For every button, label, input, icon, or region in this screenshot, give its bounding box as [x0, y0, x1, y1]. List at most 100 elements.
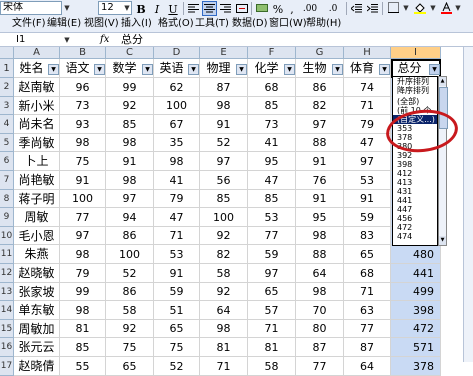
cell-chinese[interactable]: 77	[60, 208, 106, 227]
align-right-icon[interactable]	[218, 1, 233, 16]
cell-name[interactable]: 蒋子明	[14, 190, 60, 208]
cell-pe[interactable]: 87	[344, 338, 391, 357]
percent-button[interactable]: %	[271, 1, 285, 16]
cell-english[interactable]: 47	[154, 208, 200, 227]
cell-physics[interactable]: 98	[200, 320, 248, 338]
column-header-d[interactable]: D	[154, 47, 200, 59]
column-header-i[interactable]: I	[391, 47, 441, 59]
cell-chemistry[interactable]: 73	[248, 115, 296, 134]
chevron-down-icon[interactable]: ▼	[453, 2, 463, 14]
fx-icon[interactable]: fx	[100, 33, 109, 46]
cell-chinese[interactable]: 98	[60, 134, 106, 152]
cell-math[interactable]: 92	[106, 320, 154, 338]
comma-style-button[interactable]: ,	[286, 1, 298, 16]
cell-physics[interactable]: 92	[200, 283, 248, 301]
row-header[interactable]: 3	[0, 97, 14, 115]
cell-chinese[interactable]: 81	[60, 320, 106, 338]
menu-data[interactable]: 数据(D)	[232, 17, 268, 31]
cell-math[interactable]: 98	[106, 134, 154, 152]
font-name-select[interactable]: 宋体	[0, 1, 62, 15]
cell-chemistry[interactable]: 47	[248, 171, 296, 190]
cell-total[interactable]: 398	[391, 301, 441, 320]
filter-option[interactable]: 升序排列	[393, 77, 437, 86]
filter-option[interactable]: 447	[393, 205, 437, 214]
cell-pe[interactable]: 97	[344, 152, 391, 171]
menu-window[interactable]: 窗口(W)	[269, 17, 307, 31]
scroll-up-icon[interactable]: ▲	[439, 77, 446, 86]
cell-chinese[interactable]: 55	[60, 357, 106, 376]
increase-decimal-button[interactable]: .00	[299, 1, 321, 16]
cell-english[interactable]: 71	[154, 227, 200, 245]
menu-help[interactable]: 帮助(H)	[306, 17, 341, 31]
cell-biology[interactable]: 88	[296, 134, 344, 152]
cell-total[interactable]: 480	[391, 245, 441, 264]
cell-name[interactable]: 张家坡	[14, 283, 60, 301]
chevron-down-icon[interactable]: ▼	[62, 2, 72, 14]
cell-physics[interactable]: 56	[200, 171, 248, 190]
cell-chinese[interactable]: 100	[60, 190, 106, 208]
column-header-h[interactable]: H	[344, 47, 391, 59]
cell-chemistry[interactable]: 97	[248, 264, 296, 283]
cell-chemistry[interactable]: 65	[248, 283, 296, 301]
cell-biology[interactable]: 97	[296, 115, 344, 134]
currency-icon[interactable]	[254, 1, 270, 16]
cell-total[interactable]: 571	[391, 338, 441, 357]
cell-chemistry[interactable]: 71	[248, 320, 296, 338]
cell-english[interactable]: 67	[154, 115, 200, 134]
cell-english[interactable]: 65	[154, 320, 200, 338]
filter-dropdown-icon[interactable]: ▼	[48, 64, 59, 75]
cell-biology[interactable]: 91	[296, 152, 344, 171]
fill-color-icon[interactable]	[412, 1, 428, 16]
cell-chemistry[interactable]: 53	[248, 208, 296, 227]
increase-indent-icon[interactable]	[365, 1, 380, 16]
filter-option[interactable]: 398	[393, 160, 437, 169]
chevron-down-icon[interactable]: ▼	[401, 2, 411, 14]
cell-biology[interactable]: 95	[296, 208, 344, 227]
cell-name[interactable]: 尚艳敏	[14, 171, 60, 190]
cell-name[interactable]: 张元云	[14, 338, 60, 357]
column-header-g[interactable]: G	[296, 47, 344, 59]
cell-english[interactable]: 51	[154, 301, 200, 320]
cell-pe[interactable]: 79	[344, 115, 391, 134]
filter-dropdown-icon[interactable]: ▼	[94, 64, 105, 75]
row-header[interactable]: 10	[0, 227, 14, 245]
cell-total[interactable]: 472	[391, 320, 441, 338]
cell-chinese[interactable]: 99	[60, 283, 106, 301]
cell-pe[interactable]: 71	[344, 283, 391, 301]
cell-physics[interactable]: 58	[200, 264, 248, 283]
cell-biology[interactable]: 87	[296, 338, 344, 357]
menu-insert[interactable]: 插入(I)	[121, 17, 152, 31]
cell-english[interactable]: 79	[154, 190, 200, 208]
bold-button[interactable]: B	[134, 1, 148, 16]
align-left-icon[interactable]	[186, 1, 201, 16]
filter-option[interactable]: 412	[393, 169, 437, 178]
cell-physics[interactable]: 52	[200, 134, 248, 152]
cell-chemistry[interactable]: 77	[248, 227, 296, 245]
filter-option[interactable]: 472	[393, 223, 437, 232]
cell-name[interactable]: 新小米	[14, 97, 60, 115]
menu-edit[interactable]: 编辑(E)	[47, 17, 81, 31]
cell-chemistry[interactable]: 85	[248, 97, 296, 115]
formula-input[interactable]: 总分	[121, 33, 143, 46]
cell-english[interactable]: 98	[154, 152, 200, 171]
row-header[interactable]: 4	[0, 115, 14, 134]
cell-chinese[interactable]: 97	[60, 227, 106, 245]
cell-english[interactable]: 52	[154, 357, 200, 376]
cell-chinese[interactable]: 75	[60, 152, 106, 171]
row-header[interactable]: 13	[0, 283, 14, 301]
cell-biology[interactable]: 98	[296, 227, 344, 245]
cell-math[interactable]: 98	[106, 171, 154, 190]
chevron-down-icon[interactable]: ▼	[62, 34, 72, 46]
column-header-c[interactable]: C	[106, 47, 154, 59]
cell-chinese[interactable]: 85	[60, 338, 106, 357]
cell-name[interactable]: 赵晓敏	[14, 264, 60, 283]
cell-math[interactable]: 100	[106, 245, 154, 264]
cell-chinese[interactable]: 79	[60, 264, 106, 283]
row-header[interactable]: 6	[0, 152, 14, 171]
cell-name[interactable]: 毛小恩	[14, 227, 60, 245]
filter-option[interactable]: 392	[393, 151, 437, 160]
cell-physics[interactable]: 100	[200, 208, 248, 227]
filter-list-scrollbar[interactable]: ▲ ▼	[438, 76, 448, 246]
chevron-down-icon[interactable]: ▼	[122, 2, 132, 14]
filter-dropdown-icon[interactable]: ▼	[332, 64, 343, 75]
